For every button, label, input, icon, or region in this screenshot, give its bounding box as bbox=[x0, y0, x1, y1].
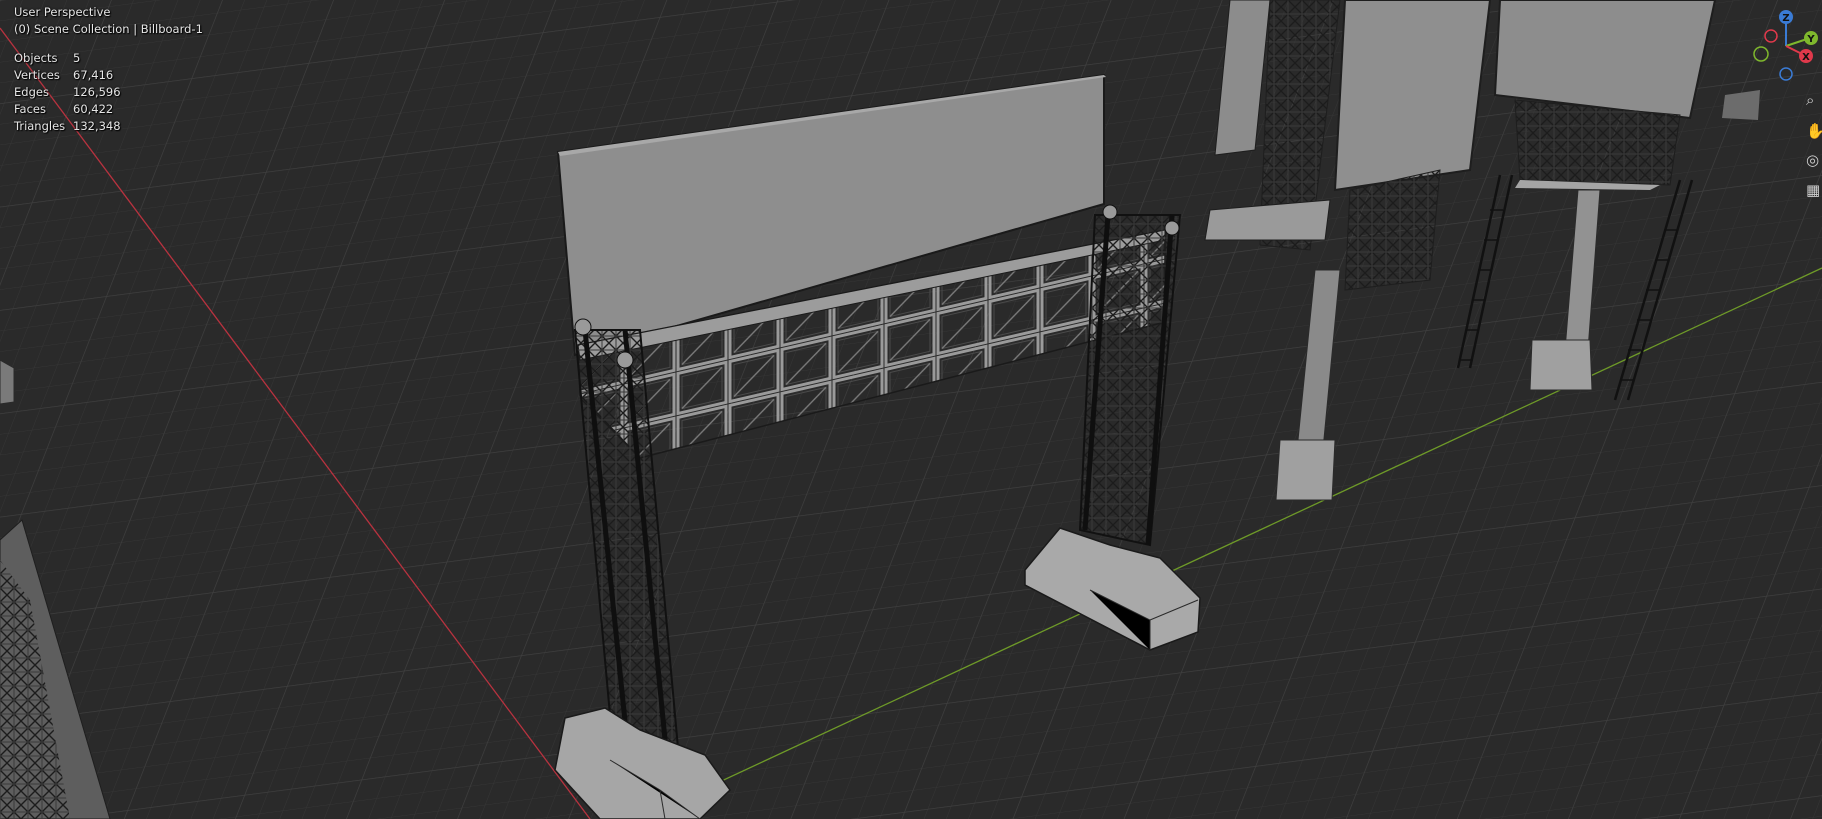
stat-row-objects: Objects 5 bbox=[14, 51, 121, 68]
scene-statistics: Objects 5 Vertices 67,416 Edges 126,596 … bbox=[14, 51, 121, 136]
stat-label: Edges bbox=[14, 85, 49, 99]
gizmo-neg-z[interactable] bbox=[1779, 67, 1793, 81]
stat-value: 67,416 bbox=[73, 68, 114, 82]
gizmo-x-axis[interactable]: X bbox=[1799, 49, 1813, 63]
stat-row-faces: Faces 60,422 bbox=[14, 102, 121, 119]
scene-canvas[interactable] bbox=[0, 0, 1822, 819]
stat-row-vertices: Vertices 67,416 bbox=[14, 68, 121, 85]
stat-label: Triangles bbox=[14, 119, 66, 133]
stat-label: Objects bbox=[14, 51, 58, 65]
stat-value: 60,422 bbox=[73, 102, 114, 116]
stat-value: 5 bbox=[73, 51, 81, 65]
stat-label: Faces bbox=[14, 102, 46, 116]
navigation-gizmo[interactable]: Z Y X bbox=[1748, 6, 1820, 82]
gizmo-x-label: X bbox=[1802, 52, 1810, 63]
gizmo-y-label: Y bbox=[1806, 34, 1815, 45]
stat-value: 132,348 bbox=[73, 119, 121, 133]
stat-value: 126,596 bbox=[73, 85, 121, 99]
pan-hand-icon[interactable]: ✋ bbox=[1806, 121, 1822, 141]
gizmo-z-axis[interactable]: Z bbox=[1779, 10, 1793, 24]
camera-view-icon[interactable]: ◎ bbox=[1806, 150, 1822, 170]
view-mode-label: User Perspective bbox=[14, 5, 111, 19]
stat-row-edges: Edges 126,596 bbox=[14, 85, 121, 102]
gizmo-y-axis[interactable]: Y bbox=[1804, 31, 1818, 45]
gizmo-neg-x[interactable] bbox=[1764, 29, 1778, 43]
stat-row-triangles: Triangles 132,348 bbox=[14, 119, 121, 136]
gizmo-neg-y[interactable] bbox=[1753, 46, 1769, 62]
gizmo-z-label: Z bbox=[1782, 13, 1789, 24]
zoom-icon[interactable]: ⌕ bbox=[1806, 90, 1822, 110]
scene-collection-path: (0) Scene Collection | Billboard-1 bbox=[14, 22, 203, 36]
3d-viewport[interactable]: User Perspective (0) Scene Collection | … bbox=[0, 0, 1822, 819]
stat-label: Vertices bbox=[14, 68, 60, 82]
ortho-grid-icon[interactable]: ▦ bbox=[1806, 180, 1822, 200]
